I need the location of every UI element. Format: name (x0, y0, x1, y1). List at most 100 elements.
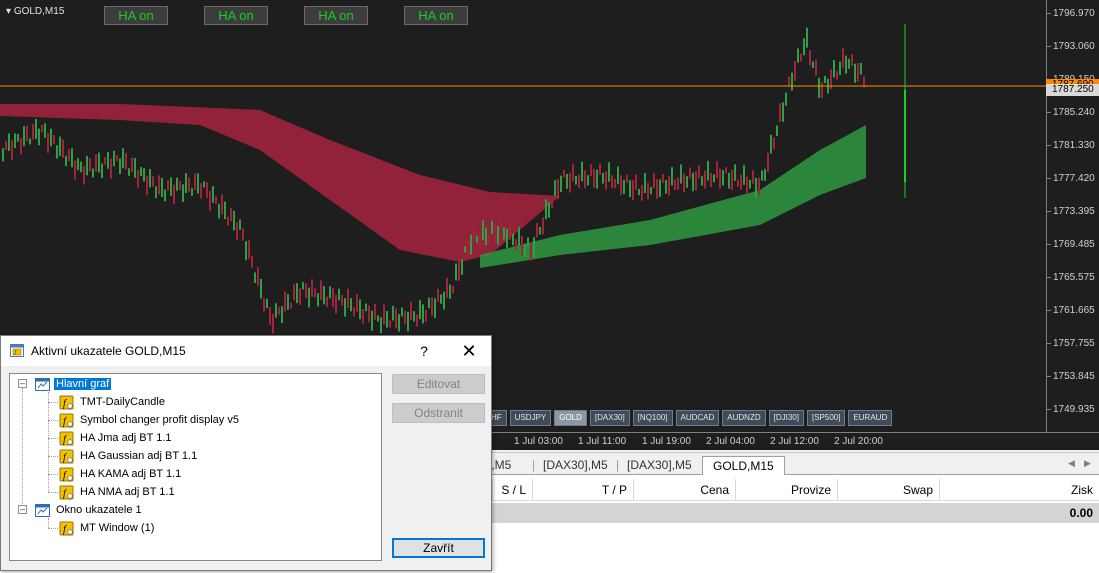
candle-bar (344, 298, 346, 317)
tree-node-indicator[interactable]: f MT Window (1) (59, 519, 156, 537)
candle-bar (161, 178, 163, 198)
chart-tab-2[interactable]: [DAX30],M5 (543, 456, 608, 475)
candle-bar (35, 118, 37, 139)
ha-toggle-button-3[interactable]: HA on (304, 6, 368, 25)
tree-node-indicator[interactable]: f TMT-DailyCandle (59, 393, 167, 411)
candle-bar (605, 171, 607, 190)
candle-bar (353, 307, 355, 317)
tree-node-indicator[interactable]: f HA KAMA adj BT 1.1 (59, 465, 183, 483)
delete-button[interactable]: Odstranit (392, 403, 485, 423)
candle-bar (494, 223, 496, 244)
candle-bar (482, 220, 484, 241)
candle-bar (818, 77, 820, 98)
candle-bar (329, 286, 331, 299)
ha-toggle-button-4[interactable]: HA on (404, 6, 468, 25)
tab-scroll-left-icon[interactable]: ◀ (1068, 458, 1075, 469)
help-button[interactable]: ? (413, 340, 435, 362)
col-swap[interactable]: Swap (837, 479, 939, 501)
price-tick-label: 1781.330 (1053, 140, 1095, 151)
candle-bar (473, 225, 475, 242)
candle-bar (476, 235, 478, 243)
symbol-button-nq100[interactable]: [NQ100] (632, 410, 673, 426)
collapse-sub-window-icon[interactable]: – (18, 505, 27, 514)
edit-button[interactable]: Editovat (392, 374, 485, 394)
symbol-button-audcad[interactable]: AUDCAD (675, 410, 720, 426)
tab-scroll-right-icon[interactable]: ▶ (1084, 458, 1091, 469)
price-axis[interactable]: 1796.9701793.0601789.1501785.2401781.330… (1046, 0, 1099, 432)
candle-bar (641, 184, 643, 201)
candle-bar (287, 294, 289, 310)
candle-bar (38, 128, 40, 146)
col-take-profit[interactable]: T / P (532, 479, 633, 501)
candle-bar (596, 169, 598, 189)
candle-bar (824, 75, 826, 84)
candle-bar (617, 166, 619, 185)
candle-bar (539, 226, 541, 235)
candle-bar (629, 180, 631, 198)
candle-bar (698, 165, 700, 179)
tree-node-main-window[interactable]: Hlavní graf (35, 375, 112, 393)
chart-tab-3[interactable]: [DAX30],M5 (627, 456, 692, 475)
candle-bar (713, 174, 715, 183)
tree-node-indicator[interactable]: f Symbol changer profit display v5 (59, 411, 241, 429)
candle-bar (251, 255, 253, 268)
tree-node-indicator[interactable]: f HA Gaussian adj BT 1.1 (59, 447, 199, 465)
symbol-button-sp500[interactable]: [SP500] (806, 410, 846, 426)
candle-bar (86, 155, 88, 176)
col-stop-loss[interactable]: S / L (492, 479, 532, 501)
price-tick (1047, 13, 1051, 14)
candle-bar (317, 293, 319, 307)
candle-bar (110, 158, 112, 179)
close-dialog-button[interactable]: Zavřít (392, 538, 485, 558)
collapse-main-icon[interactable]: – (18, 379, 27, 388)
chart-symbol-label: ▾ GOLD,M15 (6, 6, 65, 17)
dialog-title-bar[interactable]: f Aktivní ukazatele GOLD,M15 ? ✕ (1, 336, 491, 366)
candle-bar (794, 61, 796, 81)
candle-bar (71, 148, 73, 168)
candle-bar (245, 241, 247, 261)
symbol-button-usdjpy[interactable]: USDJPY (509, 410, 552, 426)
candle-bar (377, 315, 379, 322)
candle-bar (128, 168, 130, 176)
candle-bar (632, 180, 634, 201)
symbol-button-gold[interactable]: GOLD (554, 410, 587, 426)
indicator-tree[interactable]: – Hlavní graf f TMT-DailyCandle f Symbol ch… (9, 373, 382, 561)
candle-bar (650, 186, 652, 195)
candle-bar (89, 158, 91, 172)
candle-bar (602, 172, 604, 184)
tree-node-indicator[interactable]: f HA Jma adj BT 1.1 (59, 429, 174, 447)
candle-bar (686, 176, 688, 188)
candle-bar (176, 177, 178, 191)
symbol-button-euraud[interactable]: EURAUD (848, 410, 893, 426)
symbol-button-dji30[interactable]: [DJI30] (768, 410, 804, 426)
candle-bar (560, 175, 562, 193)
candle-bar (716, 161, 718, 178)
candle-bar (308, 287, 310, 308)
close-icon[interactable]: ✕ (455, 339, 483, 363)
col-price[interactable]: Cena (633, 479, 735, 501)
ha-toggle-button-1[interactable]: HA on (104, 6, 168, 25)
candle-bar (569, 172, 571, 193)
candle-bar (857, 62, 859, 82)
tree-node-sub-window[interactable]: Okno ukazatele 1 (35, 501, 144, 519)
bid-price-label: 1787.250 (1046, 84, 1099, 96)
tree-node-indicator[interactable]: f HA NMA adj BT 1.1 (59, 483, 177, 501)
candle-bar (14, 133, 16, 149)
col-profit[interactable]: Zisk (939, 479, 1099, 501)
dialog-title: Aktivní ukazatele GOLD,M15 (31, 344, 186, 358)
candle-bar (341, 294, 343, 306)
symbol-button-audnzd[interactable]: AUDNZD (722, 410, 766, 426)
candle-bar (254, 272, 256, 284)
candle-bar (788, 76, 790, 86)
candle-bar (356, 294, 358, 312)
candle-bar (413, 311, 415, 322)
ha-toggle-button-2[interactable]: HA on (204, 6, 268, 25)
chart-tab-active[interactable]: GOLD,M15 (702, 456, 785, 475)
candle-bar (26, 125, 28, 142)
col-commission[interactable]: Provize (735, 479, 837, 501)
candle-bar (710, 172, 712, 187)
candle-bar (386, 311, 388, 328)
symbol-button-dax30[interactable]: [DAX30] (589, 410, 630, 426)
chart-menu-icon[interactable]: ▾ (6, 6, 11, 17)
candle-bar (590, 164, 592, 177)
